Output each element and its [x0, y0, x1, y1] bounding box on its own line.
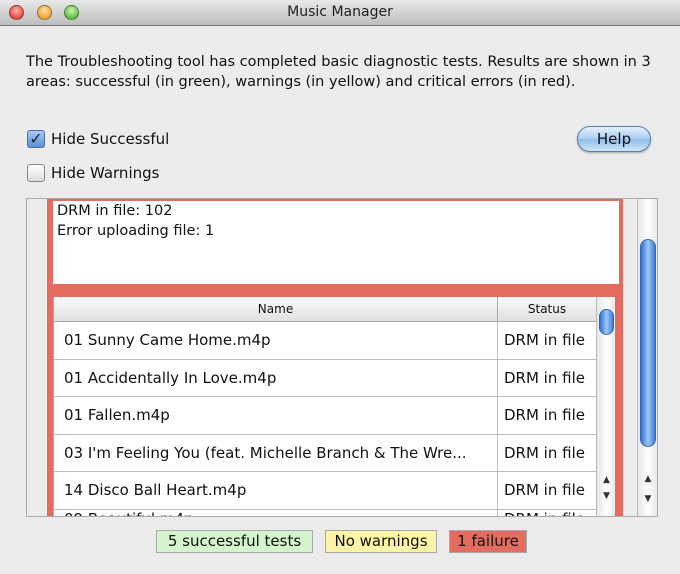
- table-row[interactable]: 01 Fallen.m4p DRM in file: [54, 397, 596, 435]
- file-status: DRM in file: [497, 434, 596, 472]
- file-status: DRM in file: [497, 322, 596, 359]
- file-name: 01 Fallen.m4p: [64, 406, 170, 424]
- warnings-count-badge: No warnings: [325, 530, 437, 553]
- table-row[interactable]: 03 I'm Feeling You (feat. Michelle Branc…: [54, 434, 596, 472]
- scroll-down-arrow-icon[interactable]: ▼: [597, 491, 615, 501]
- hide-successful-label[interactable]: Hide Successful: [51, 130, 169, 148]
- column-header-status[interactable]: Status: [497, 297, 596, 322]
- file-name: 01 Sunny Came Home.m4p: [64, 331, 271, 349]
- table-scroll-thumb[interactable]: [599, 309, 614, 335]
- scroll-up-arrow-icon[interactable]: ▲: [597, 475, 615, 485]
- results-panel: DRM in file: 102 Error uploading file: 1…: [26, 198, 658, 517]
- table-row[interactable]: 09 Beautiful.m4pDRM in file: [54, 501, 596, 516]
- column-header-name[interactable]: Name: [54, 297, 497, 322]
- help-button[interactable]: Help: [577, 126, 651, 152]
- table-row[interactable]: 01 Accidentally In Love.m4p DRM in file: [54, 359, 596, 397]
- file-status: DRM in file: [497, 359, 596, 397]
- title-bar: Music Manager: [0, 0, 680, 26]
- file-name: 09 Beautiful.m4p: [64, 501, 494, 516]
- scroll-up-arrow-icon[interactable]: ▲: [638, 474, 657, 484]
- failures-count-badge: 1 failure: [449, 530, 527, 553]
- failed-files-table: Name Status 01 Sunny Came Home.m4p DRM in…: [53, 297, 615, 516]
- results-scrollbar[interactable]: ▲ ▼: [637, 199, 657, 516]
- scroll-down-arrow-icon[interactable]: ▼: [638, 494, 657, 504]
- window-title: Music Manager: [287, 4, 393, 20]
- summary-line: Error uploading file: 1: [57, 223, 215, 239]
- failure-summary: DRM in file: 102 Error uploading file: 1: [53, 201, 619, 284]
- summary-line: DRM in file: 102: [57, 203, 173, 219]
- intro-text: The Troubleshooting tool has completed b…: [26, 54, 651, 90]
- hide-warnings-checkbox[interactable]: [27, 164, 45, 182]
- hide-successful-checkbox[interactable]: ✓: [27, 130, 45, 148]
- success-count-badge: 5 successful tests: [156, 530, 313, 553]
- table-scrollbar[interactable]: ▲ ▼: [596, 297, 615, 516]
- hide-warnings-label[interactable]: Hide Warnings: [51, 164, 159, 182]
- file-status: DRM in file: [497, 397, 596, 434]
- results-scroll-thumb[interactable]: [640, 239, 656, 447]
- file-name: 03 I'm Feeling You (feat. Michelle Branc…: [64, 443, 467, 462]
- file-status: DRM in file: [497, 501, 596, 516]
- file-name: 01 Accidentally In Love.m4p: [64, 368, 277, 387]
- table-row[interactable]: 01 Sunny Came Home.m4p DRM in file: [54, 322, 596, 360]
